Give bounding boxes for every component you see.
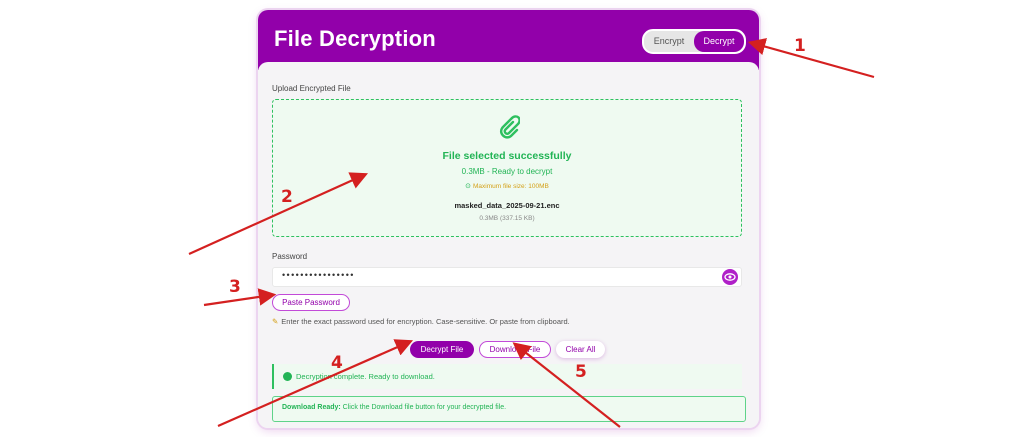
paperclip-icon <box>499 115 520 139</box>
mode-decrypt-option[interactable]: Decrypt <box>694 31 744 52</box>
success-dot-icon <box>283 372 292 381</box>
annotation-label-4: 4 <box>331 353 343 373</box>
password-label: Password <box>272 252 308 261</box>
arrow-1 <box>747 38 875 79</box>
paste-password-button[interactable]: Paste Password <box>272 294 350 311</box>
app-header: File Decryption Encrypt Decrypt <box>258 10 759 70</box>
main-panel: Upload Encrypted File File selected succ… <box>258 62 759 428</box>
status-message-text: Decryption complete. Ready to download. <box>296 372 435 381</box>
upload-label: Upload Encrypted File <box>272 84 351 93</box>
clear-all-button[interactable]: Clear All <box>556 341 605 358</box>
info-circle-icon: ⊙ <box>465 183 471 190</box>
file-size: 0.3MB (337.15 KB) <box>479 215 535 222</box>
password-input[interactable]: •••••••••••••••• <box>272 267 742 287</box>
download-ready-body: Click the Download file button for your … <box>340 404 507 411</box>
annotation-label-3: 3 <box>229 277 241 297</box>
upload-limit: ⊙ Maximum file size: 100MB <box>273 182 741 190</box>
password-value: •••••••••••••••• <box>282 270 355 280</box>
toggle-password-visibility-button[interactable] <box>722 269 738 285</box>
upload-status: File selected successfully <box>442 150 572 162</box>
download-ready-title: Download Ready: <box>282 404 341 411</box>
mode-toggle[interactable]: Encrypt Decrypt <box>642 29 746 54</box>
download-file-button[interactable]: Download File <box>479 341 551 358</box>
pencil-note-icon: ✎ <box>272 317 279 326</box>
password-hint-text: Enter the exact password used for encryp… <box>281 317 570 326</box>
page-title: File Decryption <box>274 26 436 51</box>
annotation-label-2: 2 <box>281 187 293 207</box>
eye-icon <box>724 273 736 281</box>
annotation-label-5: 5 <box>575 362 587 382</box>
password-hint: ✎ Enter the exact password used for encry… <box>272 317 570 326</box>
file-dropzone[interactable]: File selected successfully 0.3MB - Ready… <box>272 99 742 237</box>
download-ready-message: Download Ready: Click the Download file … <box>272 396 746 422</box>
file-name: masked_data_2025-09-21.enc <box>454 201 560 210</box>
annotation-label-1: 1 <box>794 36 806 56</box>
upload-limit-text: Maximum file size: 100MB <box>473 183 549 190</box>
upload-summary: 0.3MB - Ready to decrypt <box>461 167 553 176</box>
decrypt-file-button[interactable]: Decrypt File <box>410 341 474 358</box>
mode-encrypt-option[interactable]: Encrypt <box>644 31 694 52</box>
